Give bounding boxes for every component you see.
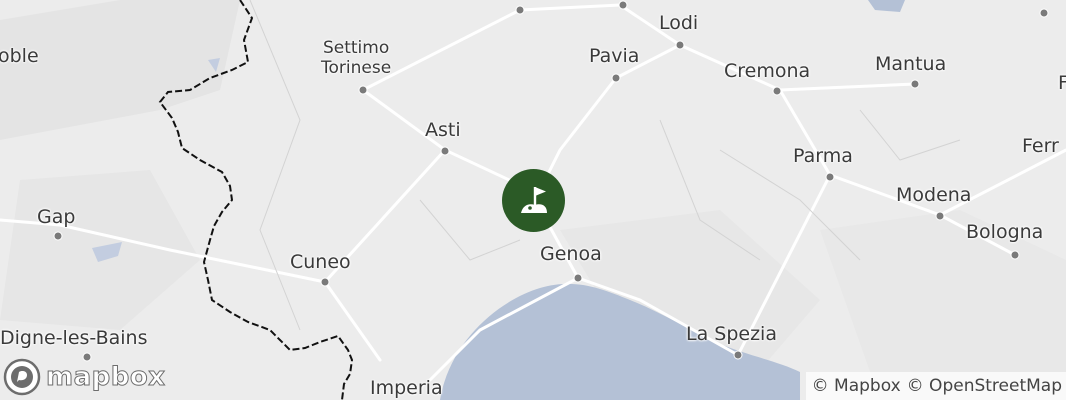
osm-attribution-link[interactable]: © OpenStreetMap xyxy=(907,376,1062,396)
mapbox-logo-icon xyxy=(3,358,41,396)
place-label: Asti xyxy=(425,119,461,141)
place-label: Ferr xyxy=(1022,135,1059,157)
city-dot xyxy=(935,211,945,221)
place-label: La Spezia xyxy=(686,323,777,345)
city-dot xyxy=(358,85,368,95)
place-label: Pavia xyxy=(589,45,640,67)
attribution-bar: © Mapbox © OpenStreetMap xyxy=(805,372,1066,400)
place-label: Parma xyxy=(793,145,853,167)
city-dot xyxy=(515,5,525,15)
place-label: Modena xyxy=(896,184,972,206)
map-view[interactable]: oble Settimo Torinese Pavia Lodi Cremona… xyxy=(0,0,1066,400)
place-label: oble xyxy=(0,45,39,67)
place-label: Cuneo xyxy=(290,251,351,273)
golf-course-marker[interactable] xyxy=(502,169,565,232)
city-dot xyxy=(320,277,330,287)
golf-flag-icon xyxy=(520,186,547,213)
place-label: Settimo Torinese xyxy=(321,38,392,79)
mapbox-logo-text: mapbox xyxy=(46,362,166,393)
mapbox-attribution-link[interactable]: © Mapbox xyxy=(812,376,901,396)
place-label: Imperia xyxy=(370,377,443,399)
place-label: Mantua xyxy=(875,53,947,75)
place-label: F xyxy=(1058,72,1066,94)
place-label: Cremona xyxy=(724,60,811,82)
place-label: Gap xyxy=(37,206,76,228)
place-label: Digne-les-Bains xyxy=(0,327,148,349)
place-label: Bologna xyxy=(966,221,1044,243)
city-dot xyxy=(910,79,920,89)
place-label: Lodi xyxy=(659,12,699,34)
city-dot xyxy=(772,86,782,96)
place-label: Genoa xyxy=(540,243,602,265)
mapbox-logo[interactable]: mapbox xyxy=(2,357,166,397)
city-dot xyxy=(675,40,685,50)
city-dot xyxy=(53,231,63,241)
city-dot xyxy=(440,146,450,156)
city-dot xyxy=(733,350,743,360)
city-dot xyxy=(573,273,583,283)
city-dot xyxy=(1010,250,1020,260)
city-dot xyxy=(611,73,621,83)
city-dot xyxy=(1039,8,1049,18)
city-dot xyxy=(618,0,628,10)
city-dot xyxy=(825,172,835,182)
